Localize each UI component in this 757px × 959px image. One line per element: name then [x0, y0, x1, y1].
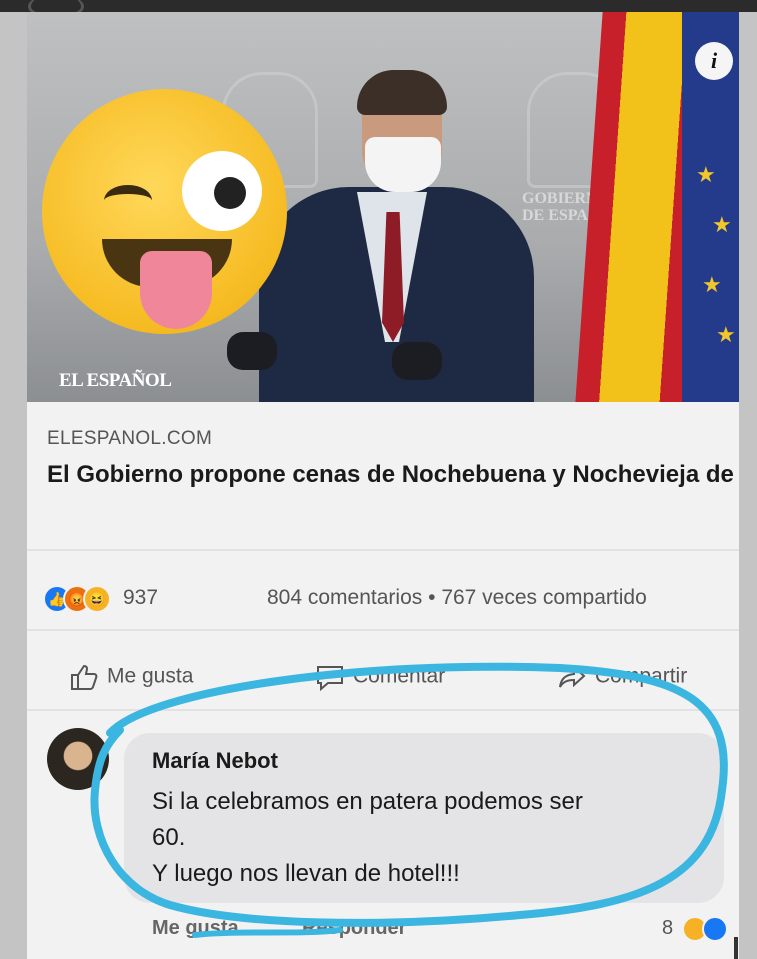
scrollbar[interactable] [734, 937, 738, 959]
comment-line: Y luego nos llevan de hotel!!! [152, 860, 460, 887]
article-headline[interactable]: El Gobierno propone cenas de Nochebuena … [47, 458, 739, 492]
emoji-tongue [140, 251, 212, 329]
thumbs-up-icon [71, 664, 98, 690]
emoji-wink-eye [104, 185, 152, 216]
share-arrow-icon [559, 664, 586, 688]
info-icon[interactable]: i [695, 42, 733, 80]
emoji-pupil [214, 177, 246, 209]
comment-bubble-icon [317, 666, 343, 691]
post-card: GOBIERNO DE ESPAÑA ★ ★ ★ ★ EL ESPAÑOL i … [27, 12, 739, 959]
comment-text: Si la celebramos en patera podemos ser 6… [152, 784, 722, 892]
eu-star: ★ [716, 322, 736, 347]
comment-line: 60. [152, 824, 186, 851]
screenshot-frame: GOBIERNO DE ESPAÑA ★ ★ ★ ★ EL ESPAÑOL i … [0, 0, 757, 959]
share-count[interactable]: 767 veces compartido [441, 586, 646, 609]
divider [27, 549, 739, 551]
comment-button[interactable]: Comentar [315, 663, 445, 691]
comment-label: Comentar [353, 664, 446, 688]
comment-count[interactable]: 804 comentarios [267, 586, 422, 609]
comment-reply-button[interactable]: Responder [302, 917, 406, 940]
commenter-avatar[interactable] [47, 728, 109, 790]
winking-tongue-emoji-icon [42, 89, 287, 334]
source-domain[interactable]: ELESPANOL.COM [47, 428, 212, 450]
eu-star: ★ [712, 212, 732, 237]
comment-reaction-count[interactable]: 8 [662, 917, 673, 940]
eu-star: ★ [702, 272, 722, 297]
post-stats: 804 comentarios • 767 veces compartido [267, 586, 647, 610]
like-label: Me gusta [107, 664, 194, 688]
article-image[interactable]: GOBIERNO DE ESPAÑA ★ ★ ★ ★ EL ESPAÑOL i [27, 12, 739, 402]
like-icon [702, 916, 728, 942]
haha-icon: 😆 [83, 585, 111, 613]
reaction-count[interactable]: 937 [123, 586, 158, 610]
stats-separator: • [428, 586, 436, 609]
like-button[interactable]: Me gusta [69, 663, 193, 691]
comment-like-button[interactable]: Me gusta [152, 917, 239, 940]
top-bar [0, 0, 757, 19]
comment-author[interactable]: María Nebot [152, 748, 278, 774]
comment-line: Si la celebramos en patera podemos ser [152, 788, 583, 815]
share-label: Compartir [595, 664, 688, 688]
divider [27, 709, 739, 711]
eu-star: ★ [696, 162, 716, 187]
person-hair [357, 70, 447, 115]
publisher-logo: EL ESPAÑOL [59, 370, 172, 391]
left-hand [227, 332, 277, 370]
share-button[interactable]: Compartir [557, 663, 687, 691]
right-hand [392, 342, 442, 380]
divider [27, 629, 739, 631]
face-mask [365, 137, 441, 192]
